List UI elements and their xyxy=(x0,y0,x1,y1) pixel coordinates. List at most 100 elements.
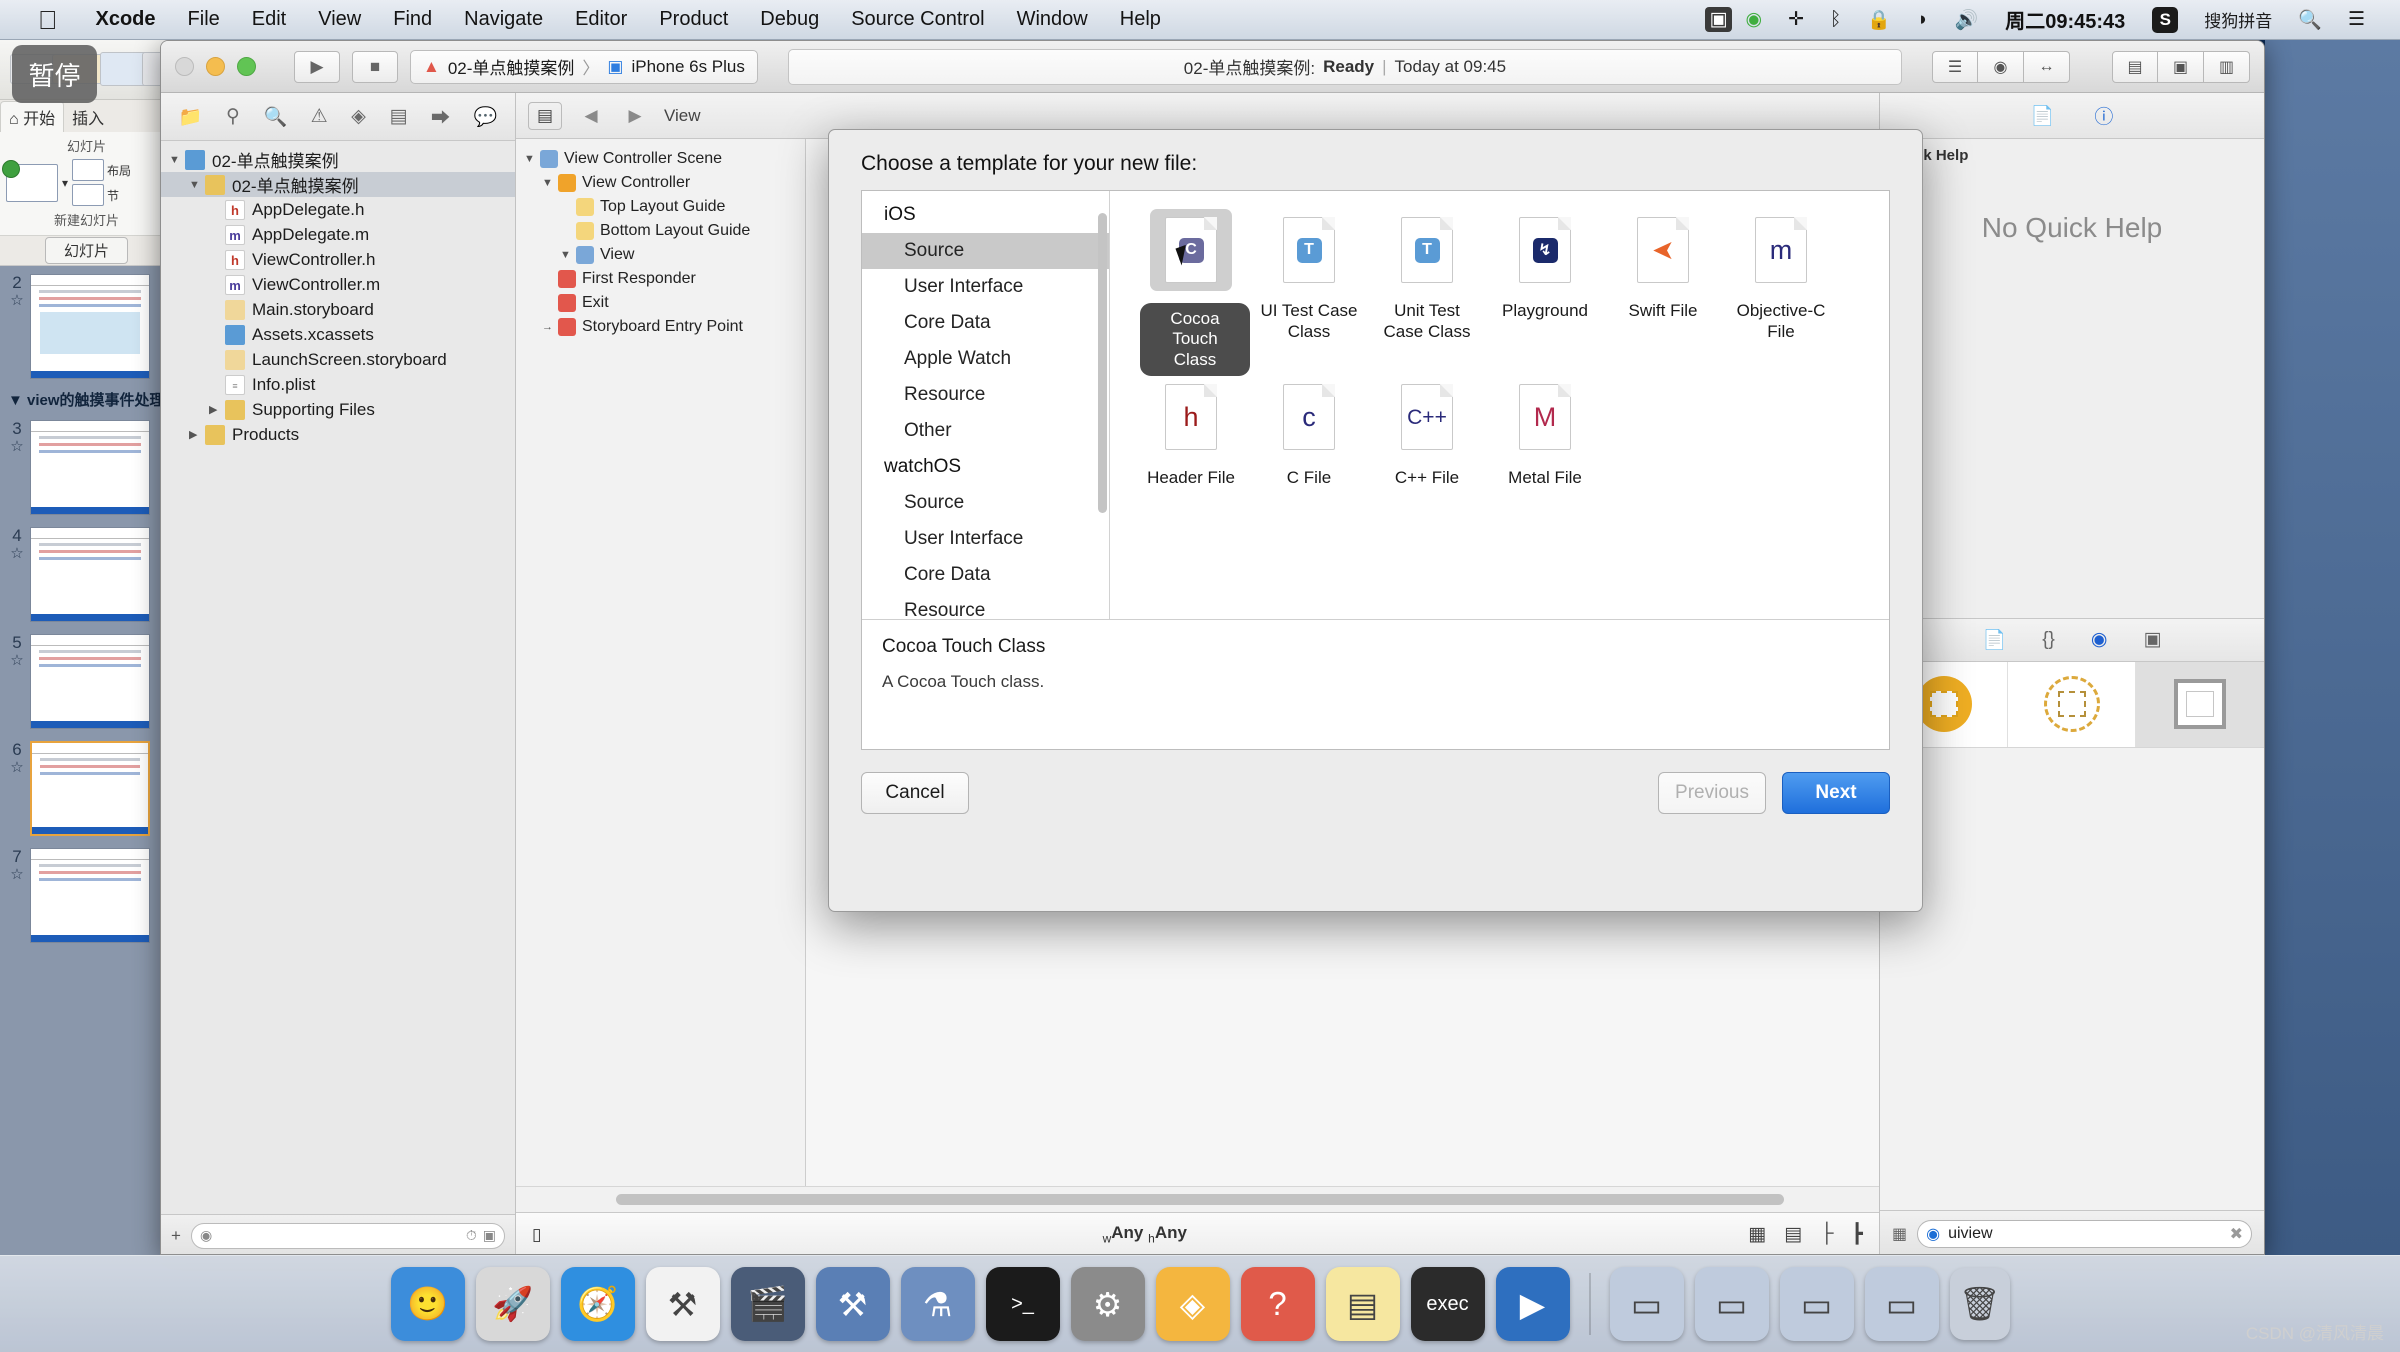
project-navigator-tab[interactable]: 📁 xyxy=(179,105,203,129)
notes-icon[interactable]: ▤ xyxy=(1325,1267,1400,1341)
sketch-icon[interactable]: ◈ xyxy=(1155,1267,1230,1341)
section-icon[interactable] xyxy=(72,184,105,206)
ribbon-tab-insert[interactable]: 插入 xyxy=(64,102,112,132)
library-tab-bar[interactable]: 📄 {} ◉ ▣ xyxy=(1880,617,2264,662)
template-category-list[interactable]: iOS Source User Interface Core Data Apple Wa… xyxy=(862,191,1110,619)
view-toggle-segments[interactable]: ▤ ▣ ▥ xyxy=(2112,50,2250,83)
version-editor-icon[interactable]: ↔ xyxy=(2024,50,2070,83)
new-file-template-dialog[interactable]: Choose a template for your new file: iOS… xyxy=(828,129,1923,912)
template-grid-area[interactable]: C Cocoa Touch Class T UI Test Case Class T Un… xyxy=(1110,191,1889,619)
category-scrollbar[interactable] xyxy=(1098,213,1107,513)
navigator-row-11[interactable]: ▶ Products xyxy=(161,422,515,447)
editor-mode-segments[interactable]: ☰ ◉ ↔ xyxy=(1932,50,2070,83)
lock-icon[interactable]: 🔒 xyxy=(1854,8,1904,32)
finder-icon[interactable]: 🙂 xyxy=(390,1267,465,1341)
assistant-editor-icon[interactable]: ◉ xyxy=(1978,50,2024,83)
macos-dock[interactable]: 🙂 🚀 🧭 ⚒ 🎬 ⚒ ⚗ >_ ⚙ ◈? ▤ exec ▶ ▭ ▭ ▭ ▭ 🗑 xyxy=(0,1255,2400,1352)
template-category-4[interactable]: Apple Watch xyxy=(862,341,1109,377)
ribbon-tab-home[interactable]: ⌂ 开始 xyxy=(0,101,65,132)
utilities-pane[interactable]: 📄 ⓘ Quick Help No Quick Help 📄 {} ◉ ▣ ▦ … xyxy=(1879,93,2264,1254)
menu-item-product[interactable]: Product xyxy=(643,8,744,31)
terminal-icon[interactable]: >_ xyxy=(985,1267,1060,1341)
outline-row-4[interactable]: ▼ View xyxy=(516,243,805,267)
dashed-shape-icon[interactable] xyxy=(2008,661,2136,747)
menu-item-file[interactable]: File xyxy=(172,8,236,31)
menu-item-source-control[interactable]: Source Control xyxy=(835,8,1000,31)
template-item-4[interactable]: ➤ Swift File xyxy=(1604,209,1722,342)
instruments-icon[interactable]: ⚗ xyxy=(900,1267,975,1341)
next-button[interactable]: Next xyxy=(1782,772,1890,814)
template-item-5[interactable]: m Objective-C File xyxy=(1722,209,1840,342)
powerpoint-ribbon-tabs[interactable]: ⌂ 开始 插入 xyxy=(0,100,173,132)
disclosure-triangle-icon[interactable]: ▶ xyxy=(209,403,225,416)
navigator-pane[interactable]: 📁 ⚲ 🔍 ⚠ ◈ ▤ ⮕ 💬 ▼ 02-单点触摸案例 ▼ 02-单点触摸案例 h App… xyxy=(161,93,516,1254)
add-file-button[interactable]: + xyxy=(171,1226,181,1246)
navigator-row-5[interactable]: m ViewController.m xyxy=(161,272,515,297)
safari-icon[interactable]: 🧭 xyxy=(560,1267,635,1341)
slide-preview[interactable] xyxy=(30,848,150,943)
navigator-row-7[interactable]: Assets.xcassets xyxy=(161,322,515,347)
menu-item-navigate[interactable]: Navigate xyxy=(448,8,559,31)
navigator-row-0[interactable]: ▼ 02-单点触摸案例 xyxy=(161,147,515,172)
navigator-filter-input[interactable]: ◉ ⏱ ▣ xyxy=(190,1222,505,1249)
scheme-selector[interactable]: ▲ 02-单点触摸案例 〉 ▣ iPhone 6s Plus xyxy=(410,49,758,84)
constraints-icon[interactable]: ▦ xyxy=(1748,1223,1766,1246)
menu-item-window[interactable]: Window xyxy=(1001,8,1104,31)
navigator-row-10[interactable]: ▶ Supporting Files xyxy=(161,397,515,422)
slide-thumbnail-6[interactable]: 6 ☆ xyxy=(0,735,173,842)
menu-item-view[interactable]: View xyxy=(302,8,377,31)
pause-overlay-badge[interactable]: 暂停 xyxy=(12,45,97,103)
wifi-icon[interactable]: ◗ xyxy=(1904,9,1941,31)
slide-section-header[interactable]: ▼ view的触摸事件处理 xyxy=(0,385,173,414)
powerpoint-window[interactable]: ⌂ 开始 插入 幻灯片 ▾ 布局 节 新建幻灯片 幻灯片 2 ☆ ▼ view的… xyxy=(0,40,175,1255)
disclosure-triangle-icon[interactable]: ▼ xyxy=(524,153,540,165)
source-control-filter-icon[interactable]: ▣ xyxy=(483,1227,496,1244)
slides-pane-tab[interactable]: 幻灯片 xyxy=(44,237,128,264)
slide-thumbnail-2[interactable]: 2 ☆ xyxy=(0,268,173,385)
navigator-row-1[interactable]: ▼ 02-单点触摸案例 xyxy=(161,172,515,197)
template-category-11[interactable]: Resource xyxy=(862,593,1109,619)
clear-icon[interactable]: ✖ xyxy=(2230,1224,2243,1244)
navigator-tab-bar[interactable]: 📁 ⚲ 🔍 ⚠ ◈ ▤ ⮕ 💬 xyxy=(161,93,515,141)
breadcrumb-view[interactable]: View xyxy=(664,106,701,126)
outlined-shape-icon[interactable] xyxy=(2136,661,2264,747)
crosshair-icon[interactable]: ✛ xyxy=(1775,8,1817,31)
utilities-toggle-icon[interactable]: ▥ xyxy=(2204,50,2250,83)
navigator-row-3[interactable]: m AppDelegate.m xyxy=(161,222,515,247)
template-item-1[interactable]: T UI Test Case Class xyxy=(1250,209,1368,342)
back-button[interactable]: ◀ xyxy=(576,106,606,126)
forward-button[interactable]: ▶ xyxy=(620,106,650,126)
macos-menu-bar[interactable]:  Xcode File Edit View Find Navigate Edi… xyxy=(0,0,2400,40)
run-button[interactable]: ▶ xyxy=(294,50,340,83)
slide-preview[interactable] xyxy=(30,634,150,729)
project-navigator-tree[interactable]: ▼ 02-单点触摸案例 ▼ 02-单点触摸案例 h AppDelegate.h m AppDe… xyxy=(161,141,515,1214)
template-category-3[interactable]: Core Data xyxy=(862,305,1109,341)
library-filter-input[interactable]: ◉ uiview ✖ xyxy=(1917,1219,2252,1248)
system-preferences-icon[interactable]: ⚙ xyxy=(1070,1267,1145,1341)
navigator-toggle-icon[interactable]: ▤ xyxy=(2112,50,2158,83)
slide-thumbnail-4[interactable]: 4 ☆ xyxy=(0,521,173,628)
debug-area-toggle-icon[interactable]: ▣ xyxy=(2158,50,2204,83)
outline-row-3[interactable]: Bottom Layout Guide xyxy=(516,219,805,243)
align-icon[interactable]: ▤ xyxy=(1784,1223,1802,1246)
navigator-row-2[interactable]: h AppDelegate.h xyxy=(161,197,515,222)
trash-icon[interactable]: 🗑 xyxy=(1949,1268,2010,1340)
quick-help-icon[interactable]: ⓘ xyxy=(2094,102,2113,129)
menu-item-edit[interactable]: Edit xyxy=(236,8,302,31)
editor-horizontal-scrollbar[interactable] xyxy=(516,1186,1879,1212)
apple-menu-icon[interactable]:  xyxy=(38,7,58,33)
template-category-8[interactable]: Source xyxy=(862,485,1109,521)
help-icon[interactable]: ? xyxy=(1240,1267,1315,1341)
recent-files-icon[interactable]: ⏱ xyxy=(466,1227,477,1244)
file-inspector-icon[interactable]: 📄 xyxy=(2031,104,2055,128)
notification-center-icon[interactable]: ☰ xyxy=(2335,8,2378,31)
xcode-icon[interactable]: ⚒ xyxy=(645,1267,720,1341)
xcode-beta-icon[interactable]: ⚒ xyxy=(815,1267,890,1341)
library-filter-bar[interactable]: ▦ ◉ uiview ✖ xyxy=(1880,1210,2264,1254)
breakpoint-navigator-tab[interactable]: ⮕ xyxy=(431,103,450,130)
layout-icon[interactable] xyxy=(72,159,105,181)
object-library-icon[interactable]: ◉ xyxy=(2091,628,2108,651)
device-icon[interactable]: ▯ xyxy=(532,1225,541,1245)
test-navigator-tab[interactable]: ◈ xyxy=(351,105,366,128)
template-category-2[interactable]: User Interface xyxy=(862,269,1109,305)
